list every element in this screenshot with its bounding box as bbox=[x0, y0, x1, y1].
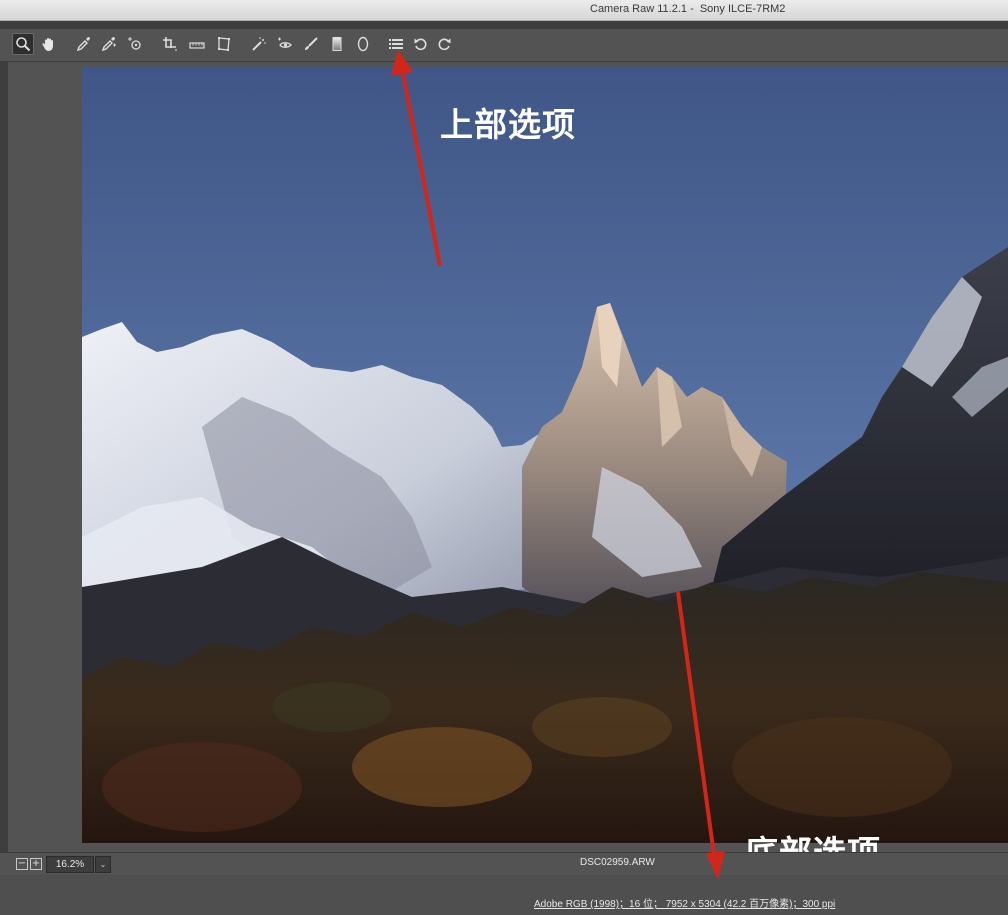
window-title: Camera Raw 11.2.1 - Sony ILCE-7RM2 bbox=[590, 3, 786, 15]
zoom-tool-button[interactable] bbox=[12, 33, 34, 55]
eyedropper-icon bbox=[76, 37, 90, 52]
title-bar: Camera Raw 11.2.1 - Sony ILCE-7RM2 bbox=[0, 0, 1008, 21]
hand-tool-button[interactable] bbox=[38, 33, 60, 55]
straighten-tool-button[interactable] bbox=[186, 33, 208, 55]
color-sampler-icon bbox=[101, 37, 116, 52]
graduated-filter-icon bbox=[332, 37, 342, 51]
list-icon bbox=[389, 39, 403, 49]
image-preview[interactable] bbox=[82, 67, 1008, 843]
targeted-adjustment-tool-button[interactable] bbox=[124, 33, 146, 55]
straighten-icon bbox=[189, 42, 205, 49]
adjustment-brush-tool-button[interactable] bbox=[300, 33, 322, 55]
red-eye-icon bbox=[278, 37, 292, 48]
graduated-filter-tool-button[interactable] bbox=[326, 33, 348, 55]
radial-filter-icon bbox=[357, 36, 369, 52]
spot-removal-tool-button[interactable] bbox=[248, 33, 270, 55]
left-panel-edge bbox=[0, 62, 8, 852]
white-balance-tool-button[interactable] bbox=[73, 33, 95, 55]
mountain-photo bbox=[82, 67, 1008, 843]
rotate-right-button[interactable] bbox=[433, 33, 455, 55]
file-name: DSC02959.ARW bbox=[580, 857, 655, 868]
status-bar: − + 16.2% ⌄ DSC02959.ARW bbox=[0, 852, 1008, 875]
rotate-ccw-icon bbox=[414, 38, 427, 51]
bottom-options-bar: Adobe RGB (1998)；16 位； 7952 x 5304 (42.2… bbox=[0, 875, 1008, 915]
crop-tool-button[interactable] bbox=[159, 33, 181, 55]
brush-icon bbox=[305, 37, 318, 50]
zoom-out-button[interactable]: − bbox=[16, 858, 28, 870]
hand-icon bbox=[42, 38, 53, 51]
zoom-dropdown[interactable]: ⌄ bbox=[95, 856, 111, 873]
workflow-options-link[interactable]: Adobe RGB (1998)；16 位； 7952 x 5304 (42.2… bbox=[534, 895, 835, 910]
annotation-top-options: 上部选项 bbox=[440, 105, 576, 144]
color-sampler-tool-button[interactable] bbox=[98, 33, 120, 55]
target-adjust-icon bbox=[128, 37, 141, 50]
title-separator bbox=[0, 21, 1008, 29]
zoom-level[interactable]: 16.2% bbox=[46, 856, 94, 873]
transform-icon bbox=[218, 37, 230, 51]
transform-tool-button[interactable] bbox=[213, 33, 235, 55]
spot-removal-icon bbox=[252, 37, 266, 51]
zoom-in-button[interactable]: + bbox=[30, 858, 42, 870]
preferences-button[interactable] bbox=[385, 33, 407, 55]
top-toolbar bbox=[0, 29, 1008, 62]
rotate-left-button[interactable] bbox=[410, 33, 432, 55]
radial-filter-tool-button[interactable] bbox=[352, 33, 374, 55]
crop-icon bbox=[163, 37, 177, 51]
red-eye-tool-button[interactable] bbox=[274, 33, 296, 55]
rotate-cw-icon bbox=[438, 38, 451, 51]
magnifier-icon bbox=[16, 37, 31, 52]
